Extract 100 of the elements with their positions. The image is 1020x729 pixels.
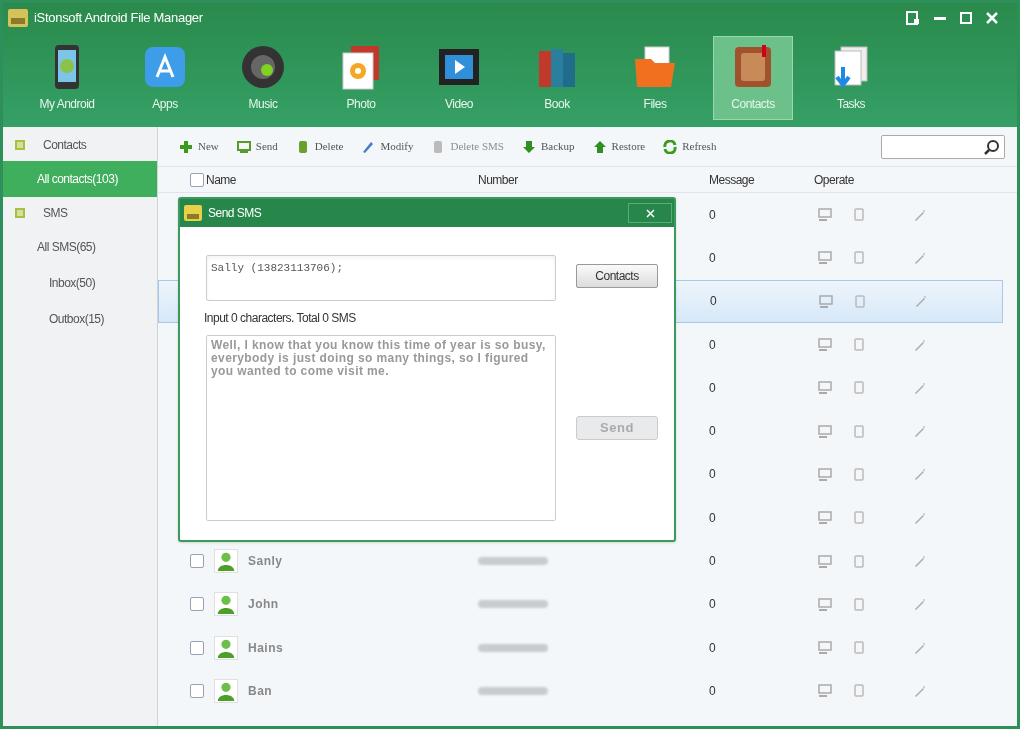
pencil-icon[interactable] — [914, 381, 926, 394]
dialog-close-button[interactable] — [628, 203, 672, 223]
send-sms-icon[interactable] — [818, 554, 832, 568]
trash-icon[interactable] — [854, 467, 864, 481]
pencil-icon[interactable] — [914, 251, 926, 264]
message-count: 0 — [708, 379, 717, 397]
trash-icon[interactable] — [854, 641, 864, 655]
contacts-button[interactable]: Contacts — [576, 264, 658, 288]
toolbar-icon — [592, 139, 607, 154]
message-count: 0 — [708, 553, 717, 570]
toolbar-icon — [236, 139, 251, 154]
trash-icon[interactable] — [854, 554, 864, 568]
dialog-title: Send SMS — [208, 205, 262, 222]
trash-icon[interactable] — [854, 251, 864, 265]
search-icon — [984, 138, 1000, 155]
toolbar-button[interactable]: New — [176, 138, 222, 155]
contact-name: Hains — [248, 639, 284, 657]
sidebar-section-title: SMS — [43, 205, 68, 222]
sidebar-section-title: Contacts — [43, 137, 87, 154]
message-count: 0 — [708, 249, 717, 267]
table-row[interactable]: John 0 — [158, 582, 1003, 626]
trash-icon[interactable] — [854, 424, 864, 438]
pencil-icon[interactable] — [914, 425, 926, 438]
message-count: 0 — [708, 596, 717, 614]
send-sms-icon[interactable] — [818, 424, 832, 438]
sidebar-item[interactable]: Outbox(15) — [3, 301, 157, 337]
recipients-field[interactable]: Sally (13823113706); — [206, 255, 556, 301]
blurred-number — [478, 600, 548, 609]
trash-icon[interactable] — [854, 338, 864, 352]
row-checkbox[interactable] — [190, 640, 204, 655]
search-field[interactable] — [881, 134, 1005, 159]
toolbar-icon — [361, 139, 376, 154]
pencil-icon[interactable] — [914, 468, 926, 481]
list-icon — [15, 208, 25, 218]
send-sms-icon[interactable] — [818, 381, 832, 395]
column-header: Name — [206, 171, 236, 189]
pencil-icon[interactable] — [914, 641, 926, 654]
send-sms-icon[interactable] — [818, 467, 832, 481]
toolbar-button[interactable]: Send — [233, 138, 281, 155]
column-header: Number — [477, 171, 519, 189]
pencil-icon[interactable] — [915, 295, 927, 308]
trash-icon[interactable] — [854, 597, 864, 611]
row-checkbox[interactable] — [190, 683, 204, 698]
trash-icon[interactable] — [854, 208, 864, 222]
column-header: Message — [708, 171, 756, 189]
message-count: 0 — [708, 336, 717, 354]
character-counter: Input 0 characters. Total 0 SMS — [203, 310, 357, 327]
message-count: 0 — [708, 682, 717, 700]
trash-icon[interactable] — [855, 294, 865, 308]
toolbar-button[interactable]: Modify — [358, 138, 417, 155]
contact-name: Ban — [248, 682, 273, 700]
person-icon — [214, 592, 238, 617]
sidebar-item[interactable]: All SMS(65) — [3, 229, 157, 265]
person-icon — [214, 549, 238, 573]
send-sms-icon[interactable] — [818, 597, 832, 611]
send-sms-icon[interactable] — [818, 338, 832, 352]
trash-icon[interactable] — [854, 511, 864, 525]
row-checkbox[interactable] — [190, 597, 204, 612]
nav-item-icon — [239, 43, 287, 91]
toolbar-button[interactable]: Refresh — [660, 138, 720, 155]
send-sms-icon[interactable] — [818, 251, 832, 265]
row-checkbox[interactable] — [190, 554, 204, 568]
send-sms-icon[interactable] — [818, 641, 832, 655]
pencil-icon[interactable] — [914, 208, 926, 221]
send-sms-icon[interactable] — [818, 511, 832, 525]
person-icon — [214, 678, 238, 703]
send-sms-icon[interactable] — [818, 208, 832, 222]
table-row[interactable]: Sanly 0 — [158, 539, 1003, 583]
message-count: 0 — [709, 293, 718, 311]
blurred-number — [478, 686, 548, 695]
trash-icon[interactable] — [854, 684, 864, 698]
toolbar-button[interactable]: Delete — [292, 138, 347, 155]
contact-name: Sanly — [248, 553, 283, 570]
toolbar-button[interactable]: Restore — [589, 138, 649, 155]
close-icon — [645, 208, 655, 218]
blurred-number — [478, 557, 548, 565]
close-icon[interactable] — [986, 12, 998, 24]
message-count: 0 — [708, 509, 717, 527]
toolbar-icon — [179, 139, 193, 154]
message-count: 0 — [708, 423, 717, 441]
list-icon — [15, 140, 25, 150]
maximize-icon[interactable] — [960, 12, 972, 24]
table-row[interactable]: Hains 0 — [158, 625, 1003, 670]
message-count: 0 — [708, 639, 717, 657]
send-sms-icon[interactable] — [819, 294, 833, 308]
pencil-icon[interactable] — [914, 511, 926, 524]
row-checkbox[interactable] — [190, 172, 204, 187]
pencil-icon[interactable] — [914, 598, 926, 611]
pencil-icon[interactable] — [914, 555, 926, 567]
pencil-icon[interactable] — [914, 338, 926, 351]
app-logo-icon — [8, 9, 28, 27]
toolbar-button[interactable]: Backup — [518, 138, 578, 155]
pencil-icon[interactable] — [914, 684, 926, 697]
sidebar-item[interactable]: Inbox(50) — [3, 265, 157, 301]
app-logo-icon — [184, 205, 202, 221]
send-sms-icon[interactable] — [818, 684, 832, 698]
toolbar-icon — [521, 139, 536, 154]
toolbar-icon — [663, 139, 678, 154]
table-row[interactable]: Ban 0 — [158, 669, 1003, 713]
trash-icon[interactable] — [854, 381, 864, 395]
